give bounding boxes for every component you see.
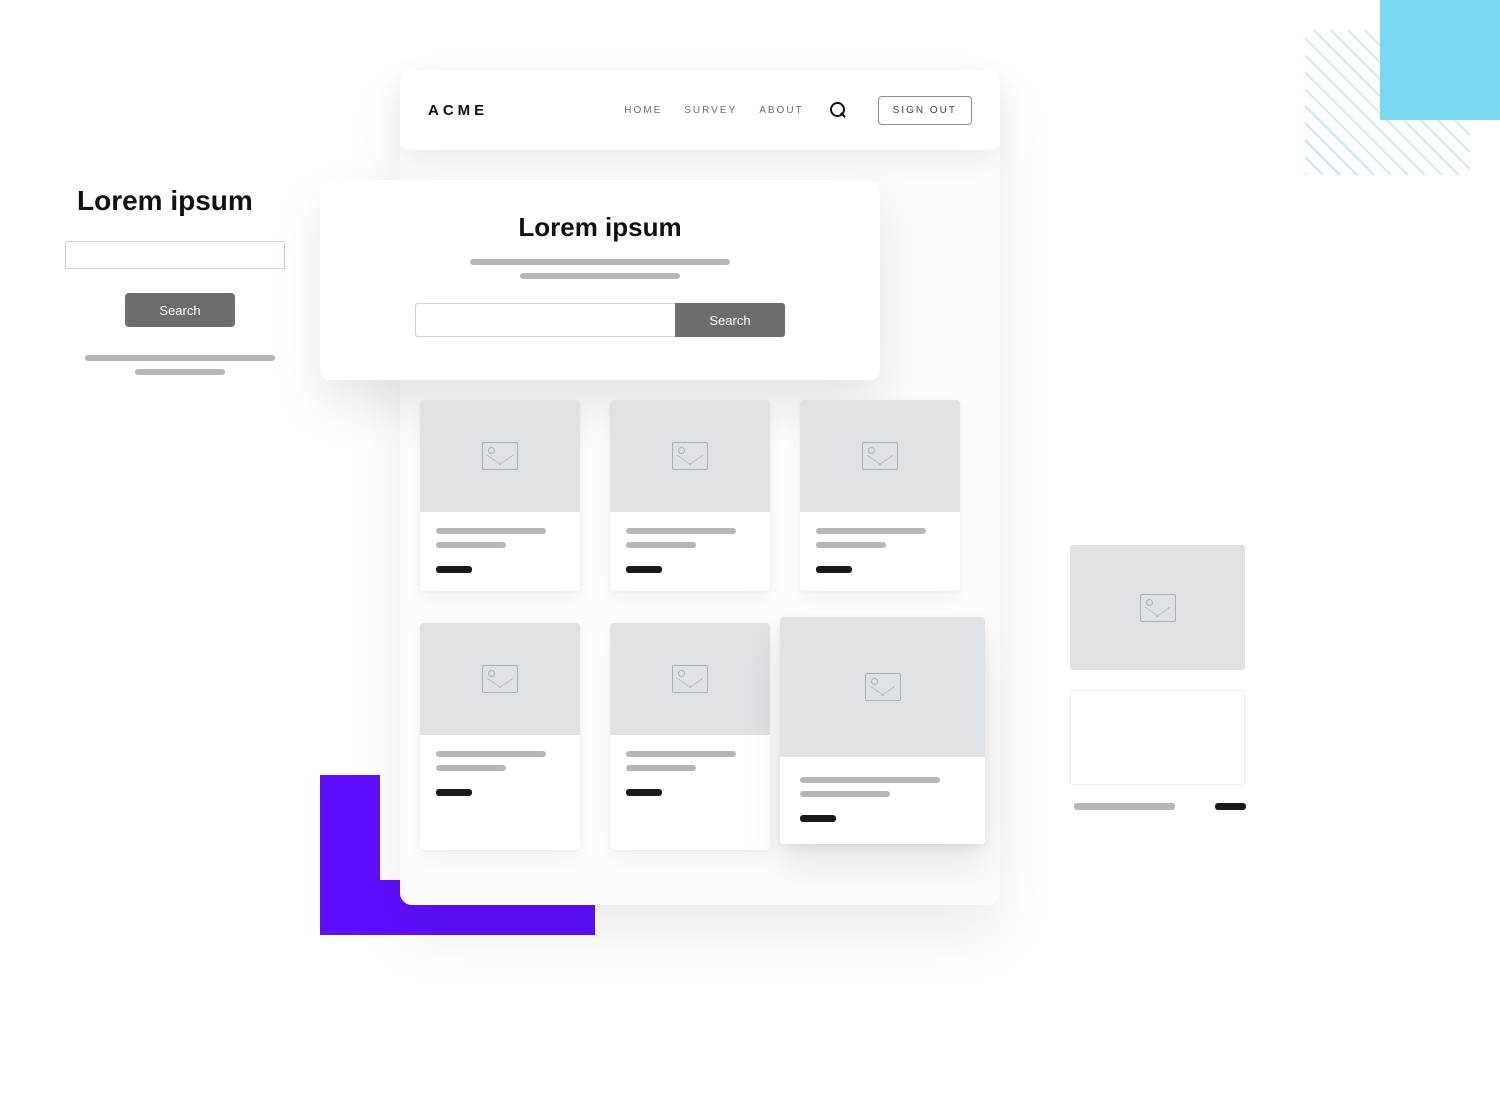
main-search-input[interactable] <box>415 303 675 337</box>
card-thumbnail <box>420 400 580 512</box>
result-card[interactable] <box>420 623 580 850</box>
search-card: Lorem ipsum Search <box>320 180 880 380</box>
left-search-input[interactable] <box>65 241 285 269</box>
right-preview-stack <box>1070 545 1250 810</box>
search-card-title: Lorem ipsum <box>400 212 800 243</box>
result-card[interactable] <box>420 400 580 591</box>
left-search-button[interactable]: Search <box>125 293 235 327</box>
image-placeholder-icon <box>482 442 518 470</box>
main-search-button[interactable]: Search <box>675 303 785 337</box>
card-thumbnail <box>780 617 985 757</box>
header-bar: ACME HOME SURVEY ABOUT SIGN OUT <box>400 70 1000 150</box>
card-thumbnail <box>610 623 770 735</box>
right-blank-card <box>1070 690 1245 785</box>
result-card[interactable] <box>610 400 770 591</box>
nav-home[interactable]: HOME <box>624 105 662 116</box>
right-thumbnail <box>1070 545 1245 670</box>
result-card[interactable] <box>610 623 770 850</box>
result-card[interactable] <box>800 400 960 591</box>
image-placeholder-icon <box>862 442 898 470</box>
card-thumbnail <box>420 623 580 735</box>
card-thumbnail <box>800 400 960 512</box>
decor-cyan-square <box>1380 0 1500 120</box>
image-placeholder-icon <box>482 665 518 693</box>
brand-logo: ACME <box>428 102 488 119</box>
image-placeholder-icon <box>672 442 708 470</box>
left-search-panel: Lorem ipsum Search <box>65 185 295 375</box>
nav-survey[interactable]: SURVEY <box>684 105 737 116</box>
card-thumbnail <box>610 400 770 512</box>
left-panel-caption <box>65 355 295 375</box>
left-panel-title: Lorem ipsum <box>65 185 295 217</box>
image-placeholder-icon <box>672 665 708 693</box>
signout-button[interactable]: SIGN OUT <box>878 96 972 125</box>
result-card-highlighted[interactable] <box>780 617 985 844</box>
image-placeholder-icon <box>865 673 901 701</box>
nav-about[interactable]: ABOUT <box>759 105 803 116</box>
search-card-subtitle <box>400 259 800 279</box>
search-icon[interactable] <box>830 102 846 118</box>
image-placeholder-icon <box>1140 594 1176 622</box>
right-meta-row <box>1070 803 1250 810</box>
